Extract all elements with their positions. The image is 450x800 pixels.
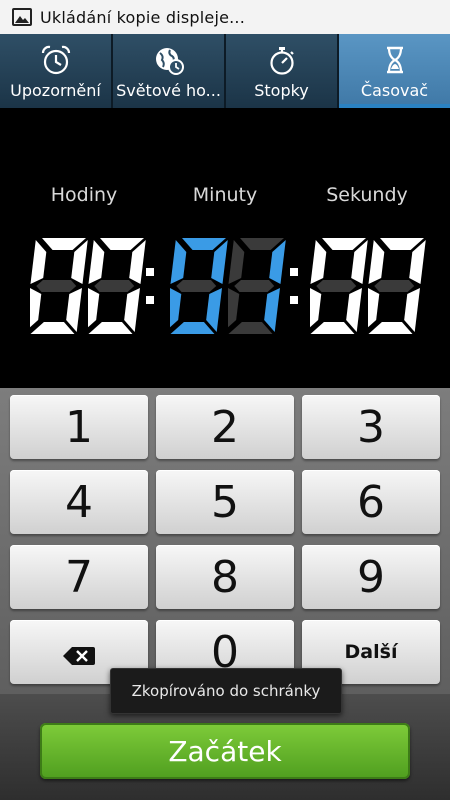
key-4[interactable]: 4 — [10, 470, 148, 534]
segment-e — [170, 288, 182, 328]
key-5[interactable]: 5 — [156, 470, 294, 534]
segment-f — [88, 240, 105, 284]
tab-bar: Upozornění Světové ho... Stopky Časovač — [0, 34, 450, 108]
segment-d — [368, 322, 413, 334]
segment-e — [30, 288, 42, 328]
start-button[interactable]: Začátek — [40, 723, 410, 779]
segment-c — [404, 288, 420, 332]
tab-timer[interactable]: Časovač — [339, 34, 450, 108]
minutes-digit-2 — [228, 238, 286, 334]
segment-e — [368, 288, 380, 328]
segment-f — [228, 240, 245, 284]
key-6[interactable]: 6 — [302, 470, 440, 534]
segment-d — [310, 322, 355, 334]
tab-label: Upozornění — [10, 81, 101, 100]
segment-d — [30, 322, 75, 334]
colon-separator — [146, 268, 154, 304]
colon-dot — [290, 296, 298, 304]
tab-world-clock[interactable]: Světové ho... — [113, 34, 226, 108]
segment-g — [36, 280, 77, 292]
tab-label: Časovač — [360, 81, 429, 100]
segment-g — [316, 280, 357, 292]
segment-c — [66, 288, 82, 332]
stopwatch-icon — [265, 43, 299, 77]
seconds-digit-2 — [368, 238, 426, 334]
key-2[interactable]: 2 — [156, 395, 294, 459]
segment-d — [228, 322, 273, 334]
colon-separator — [290, 268, 298, 304]
segment-g — [176, 280, 217, 292]
key-1[interactable]: 1 — [10, 395, 148, 459]
segment-c — [264, 288, 280, 332]
timer-digits[interactable] — [0, 238, 450, 338]
hourglass-icon — [378, 43, 412, 77]
alarm-clock-icon — [39, 43, 73, 77]
segment-f — [30, 240, 47, 284]
minutes-digit-1 — [170, 238, 228, 334]
colon-dot — [290, 268, 298, 276]
screenshot-image-icon — [12, 8, 32, 26]
segment-e — [88, 288, 100, 328]
hours-label: Hodiny — [50, 184, 118, 206]
segment-d — [170, 322, 215, 334]
status-bar: Ukládání kopie displeje... — [0, 0, 450, 34]
key-7[interactable]: 7 — [10, 545, 148, 609]
seconds-label: Sekundy — [326, 184, 408, 206]
seconds-digit-1 — [310, 238, 368, 334]
hours-digit-1 — [30, 238, 88, 334]
segment-g — [374, 280, 415, 292]
timer-display: Hodiny Minuty Sekundy — [0, 108, 450, 388]
world-clock-icon — [152, 43, 186, 77]
tab-label: Světové ho... — [116, 81, 221, 100]
segment-g — [94, 280, 135, 292]
tab-label: Stopky — [254, 81, 309, 100]
key-9[interactable]: 9 — [302, 545, 440, 609]
colon-dot — [146, 296, 154, 304]
key-8[interactable]: 8 — [156, 545, 294, 609]
segment-d — [88, 322, 133, 334]
segment-g — [234, 280, 275, 292]
segment-e — [310, 288, 322, 328]
segment-f — [170, 240, 187, 284]
colon-dot — [146, 268, 154, 276]
toast-message: Zkopírováno do schránky — [110, 668, 342, 714]
minutes-label: Minuty — [192, 184, 258, 206]
segment-c — [124, 288, 140, 332]
segment-c — [346, 288, 362, 332]
segment-e — [228, 288, 240, 328]
tab-alarm[interactable]: Upozornění — [0, 34, 113, 108]
tab-stopwatch[interactable]: Stopky — [226, 34, 339, 108]
key-3[interactable]: 3 — [302, 395, 440, 459]
backspace-icon — [62, 627, 96, 678]
numeric-keypad: 1 2 3 4 5 6 7 8 9 0 Další — [0, 388, 450, 694]
status-text: Ukládání kopie displeje... — [40, 7, 246, 27]
segment-c — [206, 288, 222, 332]
segment-f — [368, 240, 385, 284]
segment-f — [310, 240, 327, 284]
